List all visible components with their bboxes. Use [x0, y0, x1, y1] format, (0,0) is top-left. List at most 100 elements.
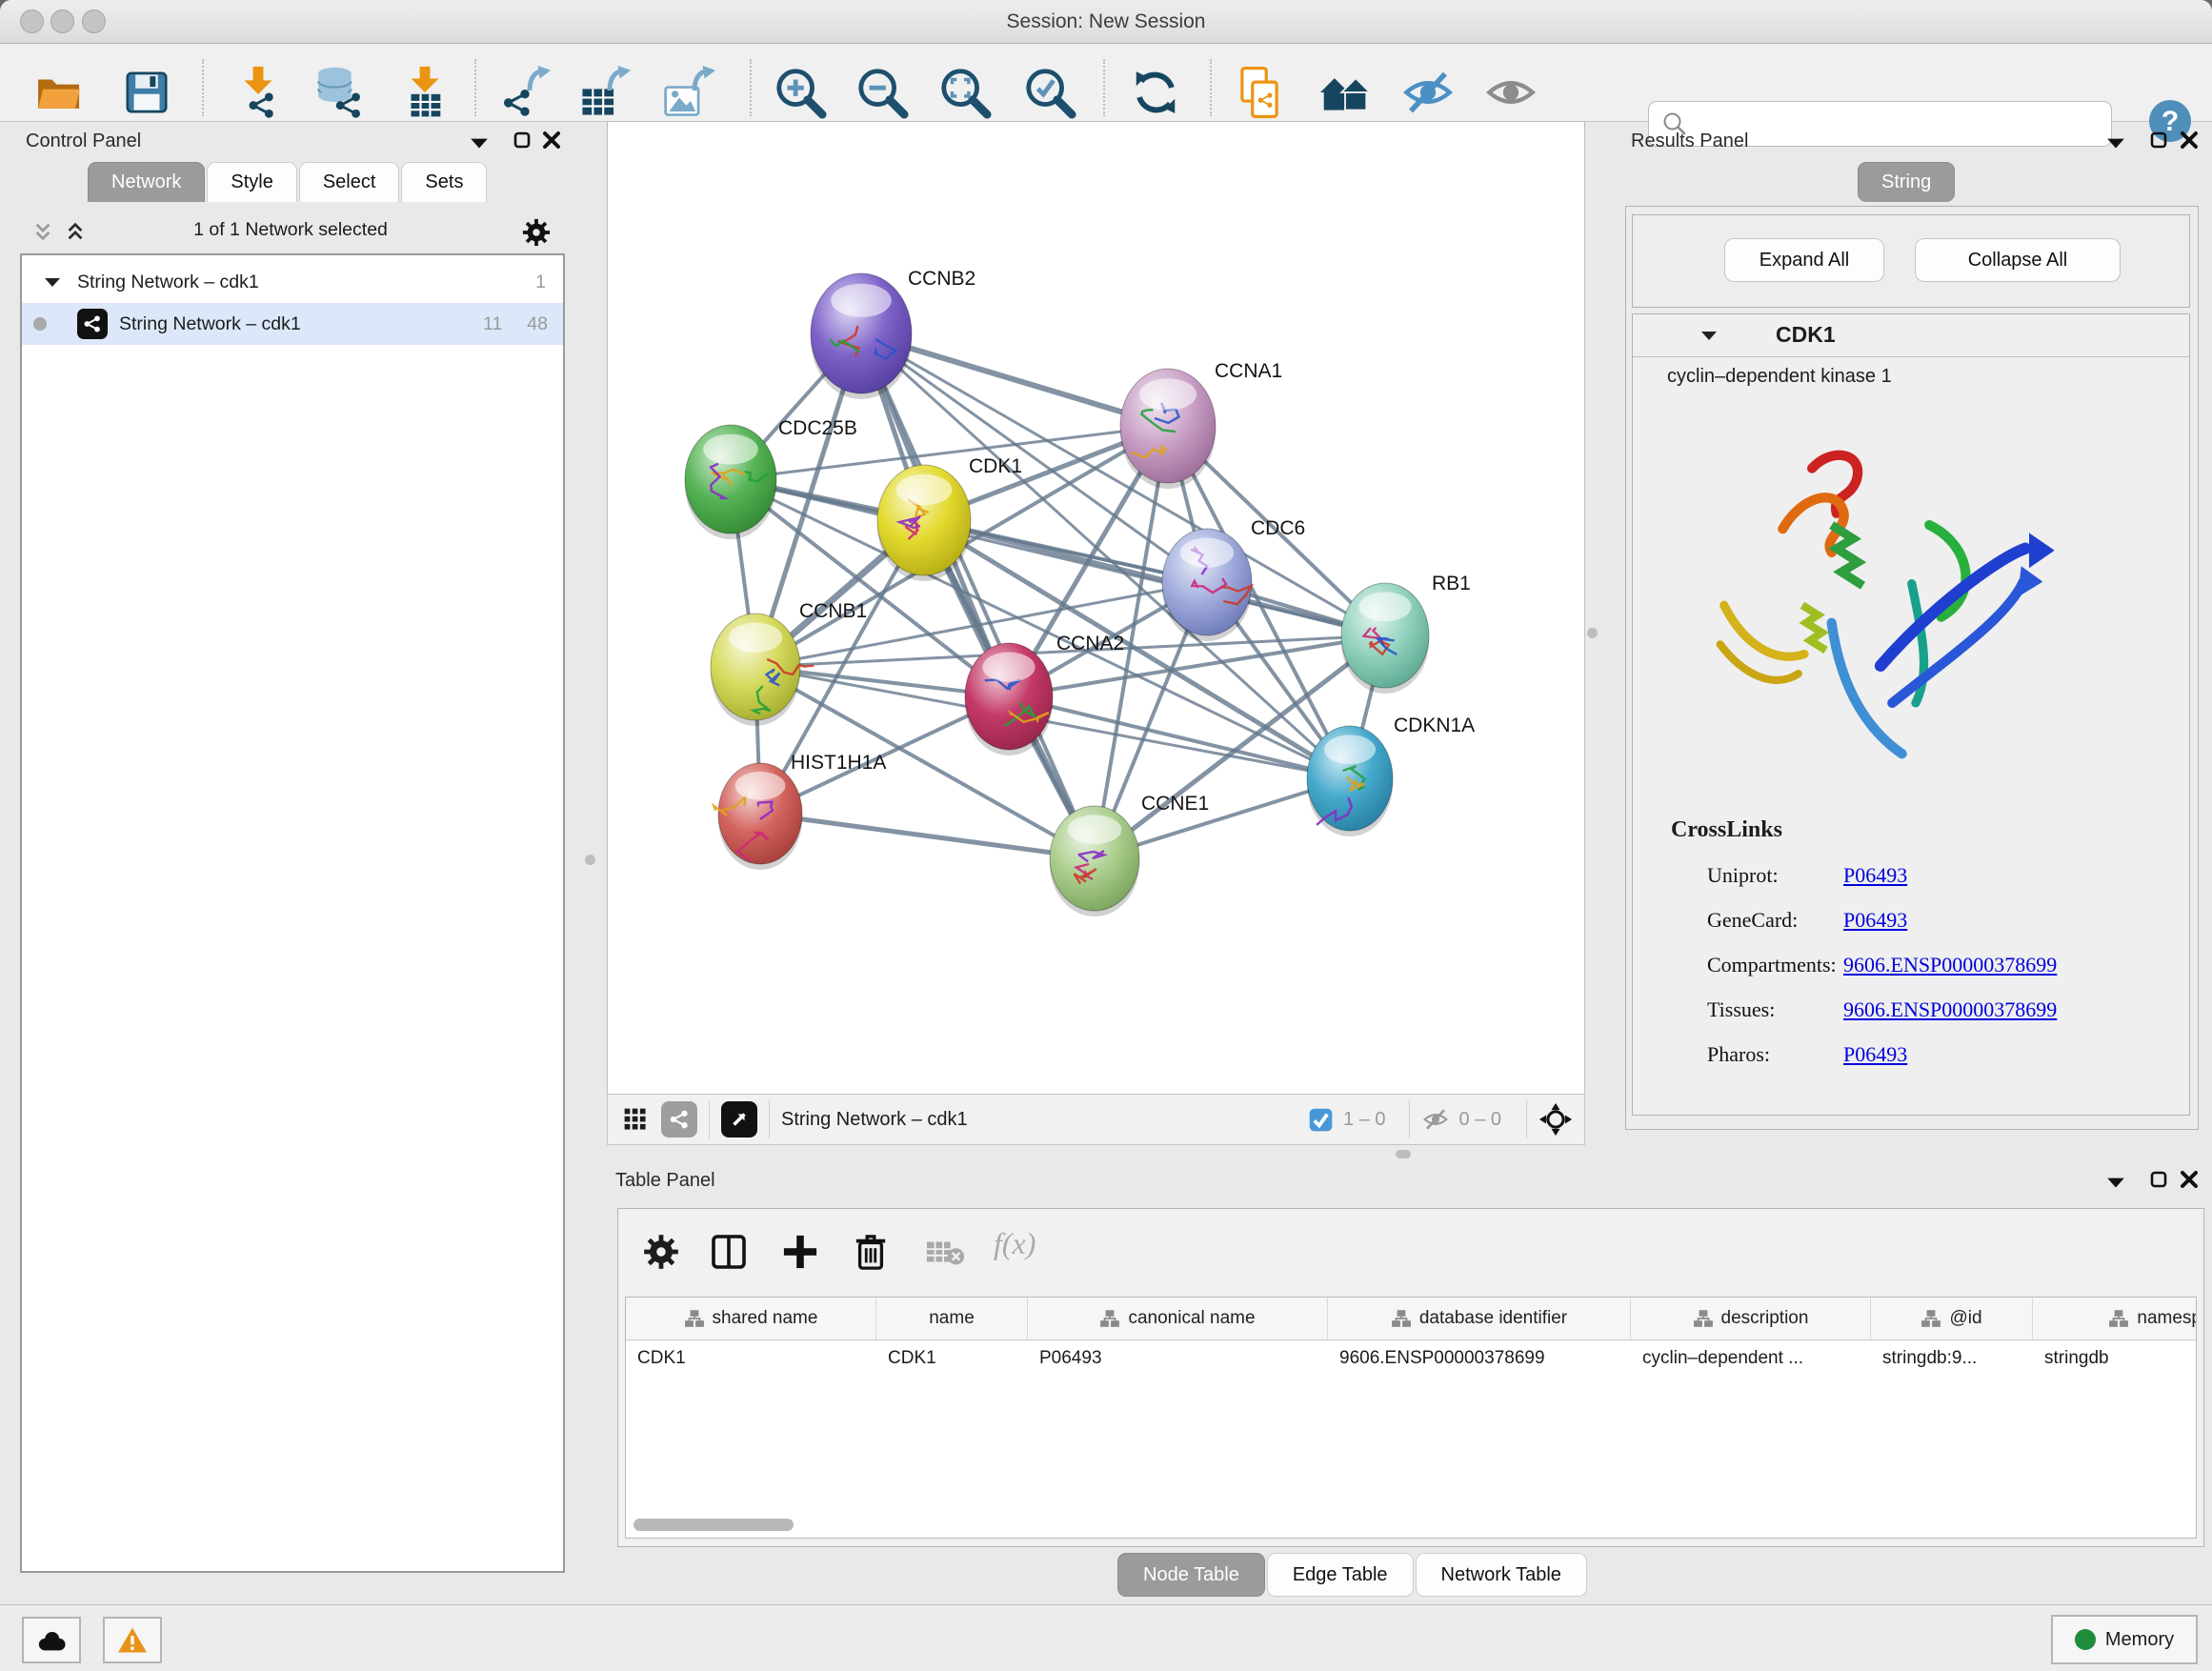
float-panel-icon[interactable]: [2148, 130, 2169, 151]
import-network-file-button[interactable]: [226, 63, 291, 122]
warnings-button[interactable]: [103, 1617, 162, 1663]
memory-button[interactable]: Memory: [2051, 1615, 2198, 1664]
table-cell[interactable]: cyclin–dependent ...: [1631, 1339, 1871, 1378]
houses-button[interactable]: [1313, 63, 1377, 122]
network-node[interactable]: [685, 425, 776, 539]
export-network-button[interactable]: [493, 63, 557, 122]
export-image-button[interactable]: [657, 63, 722, 122]
fit-content-crosshair-icon[interactable]: [1538, 1102, 1573, 1137]
network-view-canvas[interactable]: CCNB2CCNA1CDC25BCDK1CDC6RB1CCNB1CCNA2CDK…: [607, 121, 1585, 1096]
horizontal-scrollbar[interactable]: [633, 1519, 794, 1531]
import-table-button[interactable]: [392, 63, 457, 122]
column-header[interactable]: database identifier: [1328, 1298, 1631, 1339]
network-edge[interactable]: [924, 520, 1385, 635]
network-node[interactable]: [1341, 583, 1429, 694]
selected-checkbox-icon[interactable]: [1308, 1107, 1334, 1133]
network-view-title: String Network – cdk1: [781, 1109, 968, 1131]
column-header[interactable]: namespace: [2033, 1298, 2197, 1339]
crosslink-value[interactable]: 9606.ENSP00000378699: [1843, 953, 2057, 977]
crosslink-value[interactable]: P06493: [1843, 1042, 1907, 1067]
panel-menu-icon[interactable]: [2105, 132, 2126, 153]
apply-layout-button[interactable]: [1123, 63, 1188, 122]
control-tab-sets[interactable]: Sets: [401, 162, 487, 202]
gene-expander-icon[interactable]: [1699, 328, 1719, 343]
control-tab-style[interactable]: Style: [207, 162, 296, 202]
splitter-grip[interactable]: [585, 855, 595, 865]
shared-column-icon: [684, 1309, 705, 1328]
collapse-all-button[interactable]: Collapse All: [1915, 238, 2121, 282]
table-cell[interactable]: stringdb: [2033, 1339, 2197, 1378]
zoom-in-button[interactable]: [768, 63, 833, 122]
float-panel-icon[interactable]: [2148, 1169, 2169, 1190]
import-network-database-button[interactable]: [306, 63, 371, 122]
export-table-icon: [577, 65, 633, 120]
network-node[interactable]: [877, 465, 971, 581]
save-session-button[interactable]: [114, 63, 179, 122]
network-collection-row[interactable]: String Network – cdk1 1: [22, 261, 563, 303]
crosslink-value[interactable]: P06493: [1843, 863, 1907, 888]
crosslink-value[interactable]: P06493: [1843, 908, 1907, 933]
close-panel-icon[interactable]: [541, 130, 562, 151]
expand-all-button[interactable]: Expand All: [1724, 238, 1884, 282]
crosslink-value[interactable]: 9606.ENSP00000378699: [1843, 997, 2057, 1022]
add-column-icon[interactable]: [782, 1234, 818, 1270]
network-share-button[interactable]: [661, 1101, 697, 1137]
results-tab-string[interactable]: String: [1858, 162, 1955, 202]
table-cell[interactable]: stringdb:9...: [1871, 1339, 2033, 1378]
close-panel-icon[interactable]: [2179, 130, 2200, 151]
table-cell[interactable]: CDK1: [876, 1339, 1028, 1378]
show-columns-icon[interactable]: [710, 1232, 748, 1272]
divider: [769, 1100, 770, 1138]
column-header[interactable]: canonical name: [1028, 1298, 1328, 1339]
close-panel-icon[interactable]: [2179, 1169, 2200, 1190]
show-graphics-details-button[interactable]: [1478, 63, 1543, 122]
column-header[interactable]: shared name: [626, 1298, 876, 1339]
float-panel-icon[interactable]: [512, 130, 533, 151]
network-node[interactable]: [714, 763, 802, 870]
delete-column-icon[interactable]: [853, 1232, 889, 1272]
open-session-button[interactable]: [27, 63, 91, 122]
splitter-grip[interactable]: [1396, 1150, 1411, 1158]
table-tab-node-table[interactable]: Node Table: [1117, 1553, 1265, 1597]
table-row[interactable]: CDK1CDK1P064939606.ENSP00000378699cyclin…: [626, 1339, 2197, 1378]
table-cell[interactable]: CDK1: [626, 1339, 876, 1378]
table-tab-edge-table[interactable]: Edge Table: [1267, 1553, 1414, 1597]
network-edge[interactable]: [755, 582, 1207, 667]
network-edge[interactable]: [861, 333, 1095, 858]
network-node[interactable]: [1162, 529, 1252, 641]
panel-menu-icon[interactable]: [2105, 1172, 2126, 1193]
duplicate-network-button[interactable]: [1227, 63, 1292, 122]
network-row-selected[interactable]: String Network – cdk1 11 48: [22, 303, 563, 345]
network-edge[interactable]: [760, 814, 1095, 858]
grid-view-button[interactable]: [617, 1101, 654, 1137]
control-tab-select[interactable]: Select: [299, 162, 400, 202]
column-header[interactable]: @id: [1871, 1298, 2033, 1339]
collapse-all-icon[interactable]: [32, 221, 53, 242]
hide-graphics-details-button[interactable]: [1396, 63, 1460, 122]
network-node[interactable]: [1120, 369, 1216, 489]
gene-header-row[interactable]: CDK1: [1633, 314, 2189, 357]
zoom-selected-button[interactable]: [1017, 63, 1082, 122]
column-header[interactable]: description: [1631, 1298, 1871, 1339]
hidden-eye-icon[interactable]: [1421, 1107, 1450, 1132]
expand-all-icon[interactable]: [65, 221, 86, 242]
birdseye-view-button[interactable]: [721, 1101, 757, 1137]
network-node[interactable]: [1050, 806, 1139, 916]
table-cell[interactable]: P06493: [1028, 1339, 1328, 1378]
panel-menu-icon[interactable]: [469, 132, 490, 153]
network-node[interactable]: [965, 643, 1053, 755]
collection-expander-icon[interactable]: [43, 274, 62, 290]
table-tab-network-table[interactable]: Network Table: [1416, 1553, 1587, 1597]
table-cell[interactable]: 9606.ENSP00000378699: [1328, 1339, 1631, 1378]
network-node[interactable]: [811, 273, 912, 399]
column-header[interactable]: name: [876, 1298, 1028, 1339]
zoom-fit-button[interactable]: [933, 63, 997, 122]
gear-icon[interactable]: [522, 218, 551, 247]
string-network-graph[interactable]: CCNB2CCNA1CDC25BCDK1CDC6RB1CCNB1CCNA2CDK…: [608, 122, 1584, 1095]
network-node[interactable]: [1307, 726, 1393, 836]
control-tab-network[interactable]: Network: [88, 162, 205, 202]
zoom-out-button[interactable]: [850, 63, 915, 122]
export-table-button[interactable]: [573, 63, 637, 122]
cloud-status-button[interactable]: [22, 1617, 81, 1663]
table-gear-icon[interactable]: [643, 1234, 679, 1270]
